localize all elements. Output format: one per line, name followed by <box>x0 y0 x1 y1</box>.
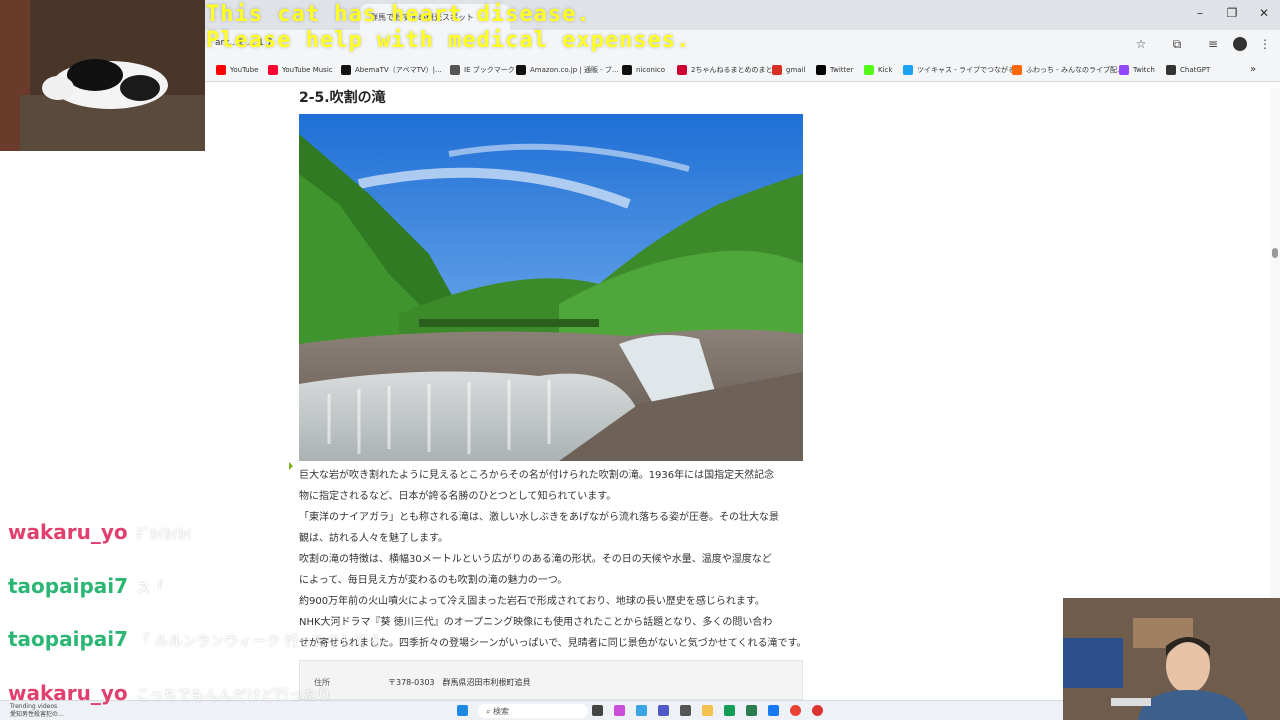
maximize-icon[interactable]: ❐ <box>1222 6 1242 20</box>
chat-username: taopaipai7 <box>8 574 129 598</box>
bookmark-youtube[interactable]: YouTube <box>216 63 258 77</box>
folder-icon <box>450 65 460 75</box>
gmail-icon <box>772 65 782 75</box>
scroll-thumb[interactable] <box>1272 248 1278 258</box>
chevron-right-icon[interactable]: » <box>1250 63 1256 77</box>
bookmark-amazon[interactable]: Amazon.co.jp | 通販 - ブ... <box>516 63 619 77</box>
bookmark-abematv[interactable]: AbemaTV（アベマTV）|... <box>341 63 442 77</box>
section-heading: 2-5.吹割の滝 <box>299 90 386 106</box>
kick-icon <box>864 65 874 75</box>
fuwatch-icon <box>1012 65 1022 75</box>
close-icon[interactable]: ✕ <box>1254 6 1274 20</box>
chat-username: wakaru_yo <box>8 520 128 544</box>
info-value: 〒378-0303 群馬県沼田市利根町追貝 <box>388 678 531 687</box>
webcam-svg <box>1063 598 1280 720</box>
itunes-icon[interactable] <box>614 705 625 716</box>
article-paragraph: 約900万年前の火山噴火によって冷え固まった岩石で形成されており、地球の長い歴史… <box>299 596 765 607</box>
teams-icon[interactable] <box>658 705 669 716</box>
media-icon[interactable]: ≡ <box>1205 36 1221 52</box>
donation-banner-line2: Please help with medical expenses. <box>206 28 691 53</box>
waterfall-photo <box>299 114 803 461</box>
chat-message: 「 ルルンランウィーク 行ったりしてる <box>136 634 383 650</box>
twitcasting-icon <box>903 65 913 75</box>
matome-icon <box>677 65 687 75</box>
chat-username: wakaru_yo <box>8 681 128 705</box>
bookmark-youtube-music[interactable]: YouTube Music <box>268 63 333 77</box>
taskview-icon[interactable] <box>592 705 603 716</box>
article-paragraph: 吹割の滝の特徴は、横幅30メートルという広がりのある滝の形状。その日の天候や水量… <box>299 554 772 565</box>
bookmark-twitter[interactable]: Twitter <box>816 63 853 77</box>
abema-icon <box>341 65 351 75</box>
bookmark-twitch[interactable]: Twitch <box>1119 63 1155 77</box>
bookmark-niconico[interactable]: niconico <box>622 63 665 77</box>
chat-message: ス「 <box>136 581 164 597</box>
copilot-icon[interactable] <box>636 705 647 716</box>
article-paragraph: 「東洋のナイアガラ」とも称される滝は、激しい水しぶきをあげながら流れ落ちる姿が圧… <box>299 512 779 523</box>
bookmark-gmail[interactable]: gmail <box>772 63 805 77</box>
article-paragraph: NHK大河ドラマ『葵 徳川三代』のオープニング映像にも使用されたことから話題とな… <box>299 617 773 628</box>
cat-camera <box>0 0 205 151</box>
bookmark-chatgpt[interactable]: ChatGPT <box>1166 63 1210 77</box>
article-paragraph: 巨大な岩が吹き割れたように見えるところからその名が付けられた吹割の滝。1936年… <box>299 470 775 481</box>
x-icon <box>816 65 826 75</box>
article-paragraph: によって、毎日見え方が変わるのも吹割の滝の魅力の一つ。 <box>299 575 568 586</box>
folder-icon[interactable] <box>702 705 713 716</box>
edge-icon[interactable] <box>724 705 735 716</box>
more-icon[interactable]: ⋮ <box>1257 36 1273 52</box>
niconico-icon <box>622 65 632 75</box>
donation-banner-line1: This cat has heart disease. <box>206 2 591 27</box>
extensions-icon[interactable]: ⧉ <box>1169 36 1185 52</box>
chatgpt-icon <box>1166 65 1176 75</box>
waterfall-image-svg <box>299 114 803 461</box>
obs-icon[interactable] <box>812 705 823 716</box>
chat-message: ﾃﾞｶｲｶｲｶｲ <box>136 527 192 543</box>
app-icon[interactable] <box>680 705 691 716</box>
twitch-icon <box>1119 65 1129 75</box>
trending-widget[interactable]: Trending videos 愛知男性殺害犯の... <box>10 703 64 719</box>
store-icon[interactable] <box>746 705 757 716</box>
star-icon[interactable]: ☆ <box>1133 36 1149 52</box>
bookmark-kick[interactable]: Kick <box>864 63 892 77</box>
bookmark-folder-ie[interactable]: IE ブックマーク <box>450 63 515 77</box>
cat-camera-svg <box>0 0 205 151</box>
article-paragraph: 物に指定されるなど、日本が誇る名勝のひとつとして知られています。 <box>299 491 617 502</box>
amazon-icon <box>516 65 526 75</box>
streamer-webcam <box>1063 598 1280 720</box>
bookmark-twitcasting[interactable]: ツイキャス - ライブでつながる... <box>903 63 1022 77</box>
taskbar-search[interactable]: ⌕ 検索 <box>478 704 588 718</box>
bookmark-fuwatch[interactable]: ふわっち - みんなのライブ配... <box>1012 63 1124 77</box>
youtube-music-icon <box>268 65 278 75</box>
youtube-icon <box>216 65 226 75</box>
start-icon[interactable] <box>457 705 468 716</box>
facebook-icon[interactable] <box>768 705 779 716</box>
chat-username: taopaipai7 <box>8 627 129 651</box>
bookmark-2ch-matome[interactable]: 2ちゃんねるまとめのまとめ <box>677 63 779 77</box>
minimize-icon[interactable]: – <box>1190 6 1210 20</box>
mouse-cursor <box>289 462 293 470</box>
chrome-icon[interactable] <box>790 705 801 716</box>
article-paragraph: 観は、訪れる人々を魅了します。 <box>299 533 448 544</box>
profile-avatar[interactable] <box>1233 37 1247 51</box>
chat-message: こっちでもんんだけど行ったり <box>136 688 332 704</box>
info-table: 住所 〒378-0303 群馬県沼田市利根町追貝 <box>299 660 803 700</box>
